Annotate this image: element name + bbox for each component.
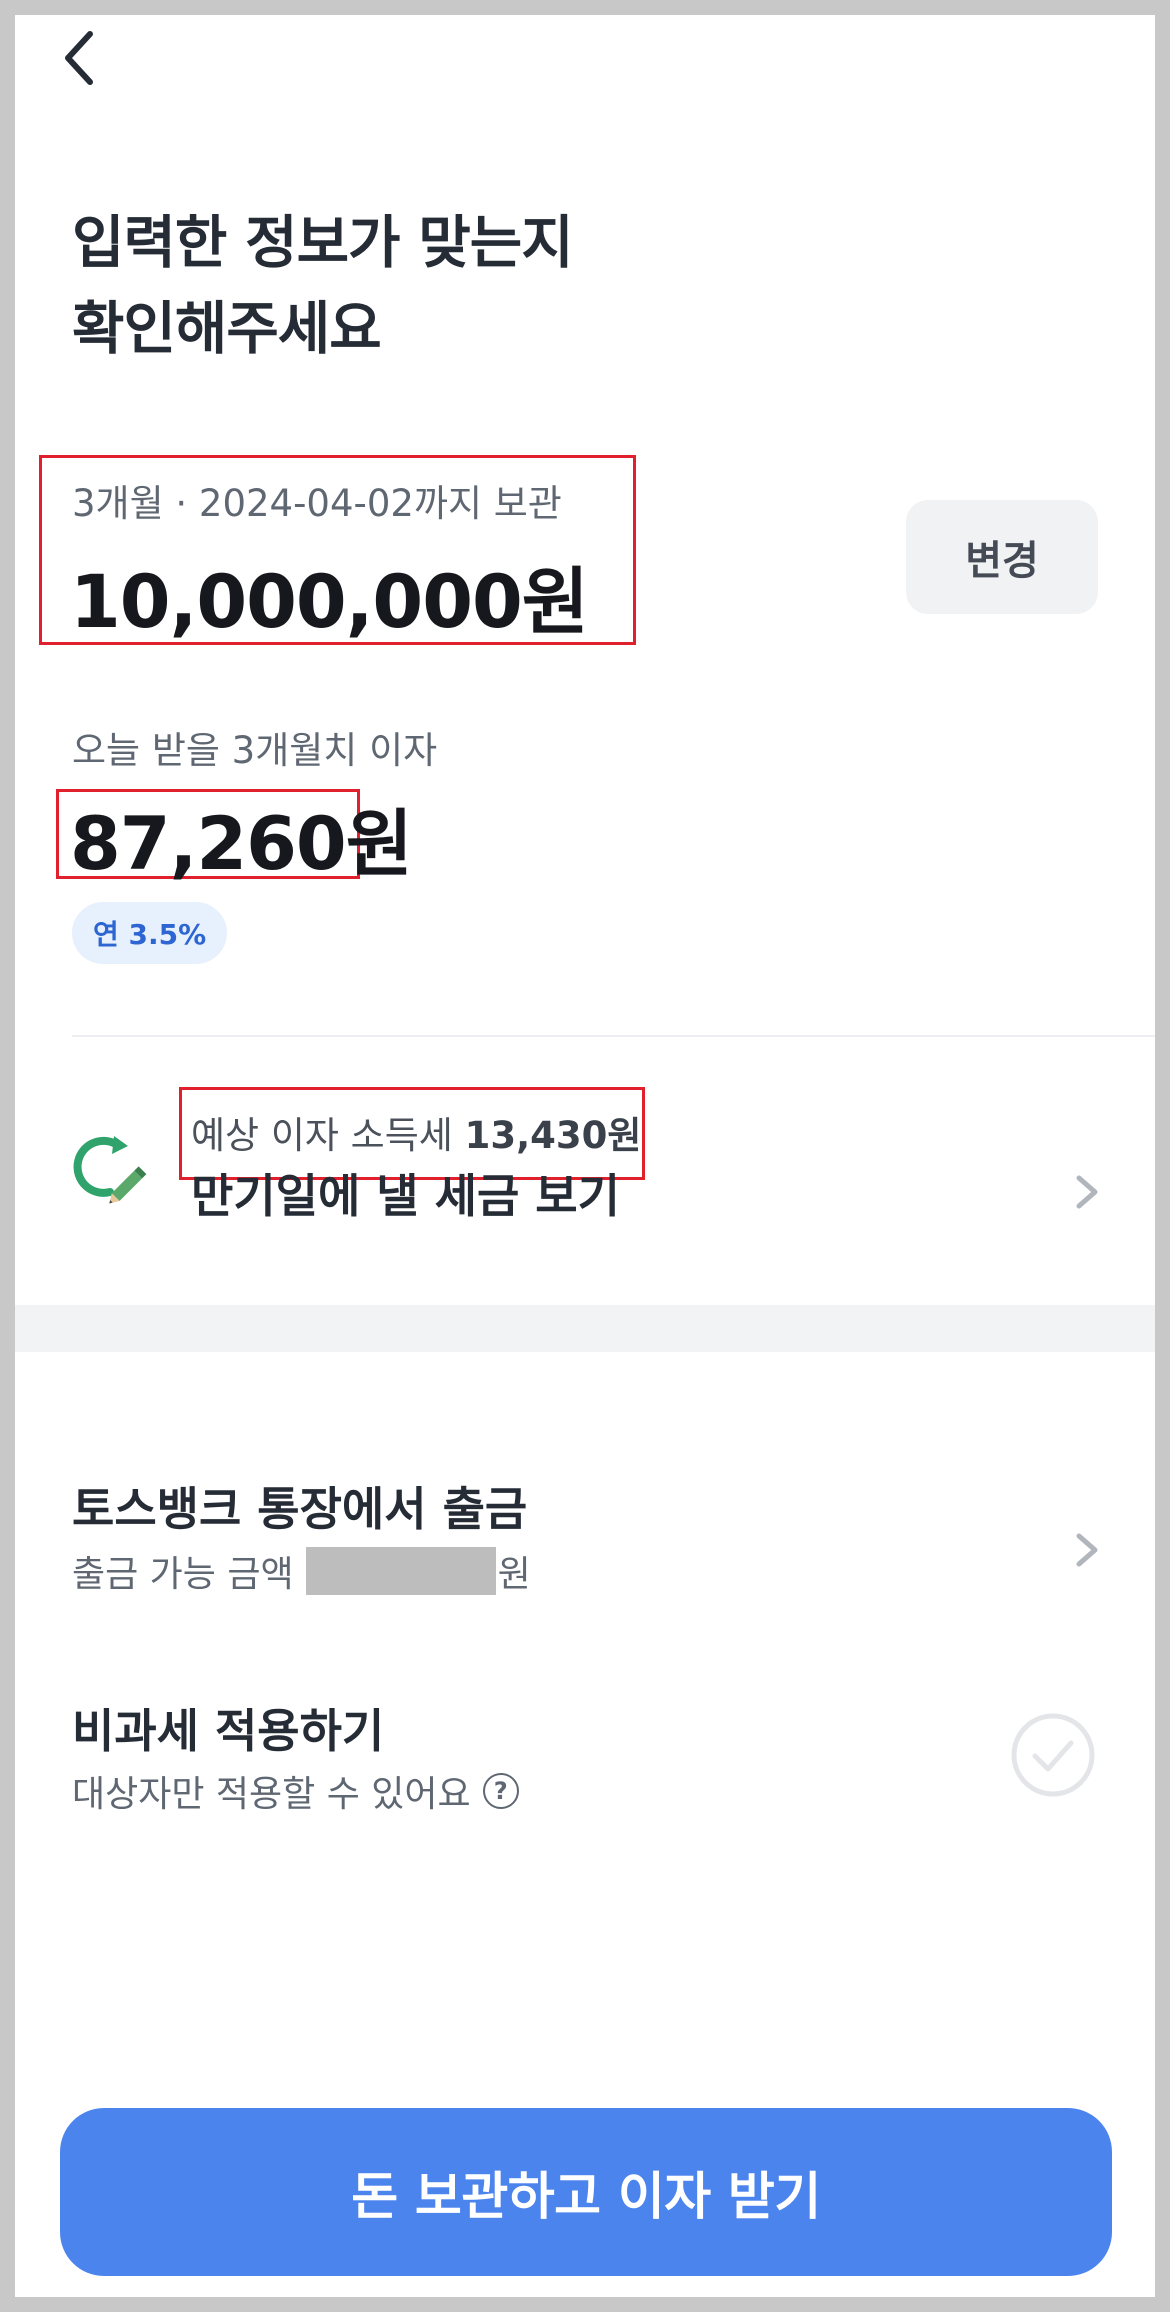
available-balance-label: 출금 가능 금액 xyxy=(72,1554,294,1595)
divider xyxy=(72,1035,1155,1037)
tax-estimate-label: 예상 이자 소득세 xyxy=(191,1114,453,1157)
pencil-refresh-icon xyxy=(73,1136,147,1204)
tax-estimate: 예상 이자 소득세 13,430원 xyxy=(191,1105,641,1159)
withdraw-account-title: 토스뱅크 통장에서 출금 xyxy=(72,1482,528,1536)
tax-free-subtitle: 대상자만 적용할 수 있어요 ? xyxy=(72,1765,519,1817)
tax-free-checkbox[interactable] xyxy=(1010,1712,1096,1798)
tax-free-subtitle-text: 대상자만 적용할 수 있어요 xyxy=(72,1774,471,1815)
available-balance-unit: 원 xyxy=(497,1554,531,1595)
submit-button[interactable]: 돈 보관하고 이자 받기 xyxy=(60,2108,1112,2276)
chevron-right-icon xyxy=(1076,1533,1098,1567)
available-balance: 출금 가능 금액 원 xyxy=(72,1545,531,1597)
back-button[interactable] xyxy=(45,23,115,93)
check-icon xyxy=(1032,1740,1074,1772)
tax-link-label: 만기일에 낼 세금 보기 xyxy=(191,1169,620,1223)
masked-balance xyxy=(305,1547,496,1595)
chevron-left-icon xyxy=(65,31,93,85)
screen: 입력한 정보가 맞는지 확인해주세요 3개월 · 2024-04-02까지 보관… xyxy=(15,15,1155,2297)
tax-estimate-amount: 13,430원 xyxy=(464,1114,642,1157)
page-title: 입력한 정보가 맞는지 확인해주세요 xyxy=(72,210,574,362)
deposit-period-text: 3개월 · 2024-04-02까지 보관 xyxy=(72,482,562,525)
rate-badge: 연 3.5% xyxy=(72,902,228,964)
change-button[interactable]: 변경 xyxy=(906,500,1098,614)
help-icon[interactable]: ? xyxy=(482,1773,519,1809)
interest-caption: 오늘 받을 3개월치 이자 xyxy=(72,729,438,772)
principal-amount: 10,000,000원 xyxy=(70,560,589,645)
tax-free-title: 비과세 적용하기 xyxy=(72,1704,385,1758)
interest-amount: 87,260원 xyxy=(70,802,413,887)
chevron-right-icon xyxy=(1076,1175,1098,1209)
section-separator xyxy=(15,1305,1155,1352)
